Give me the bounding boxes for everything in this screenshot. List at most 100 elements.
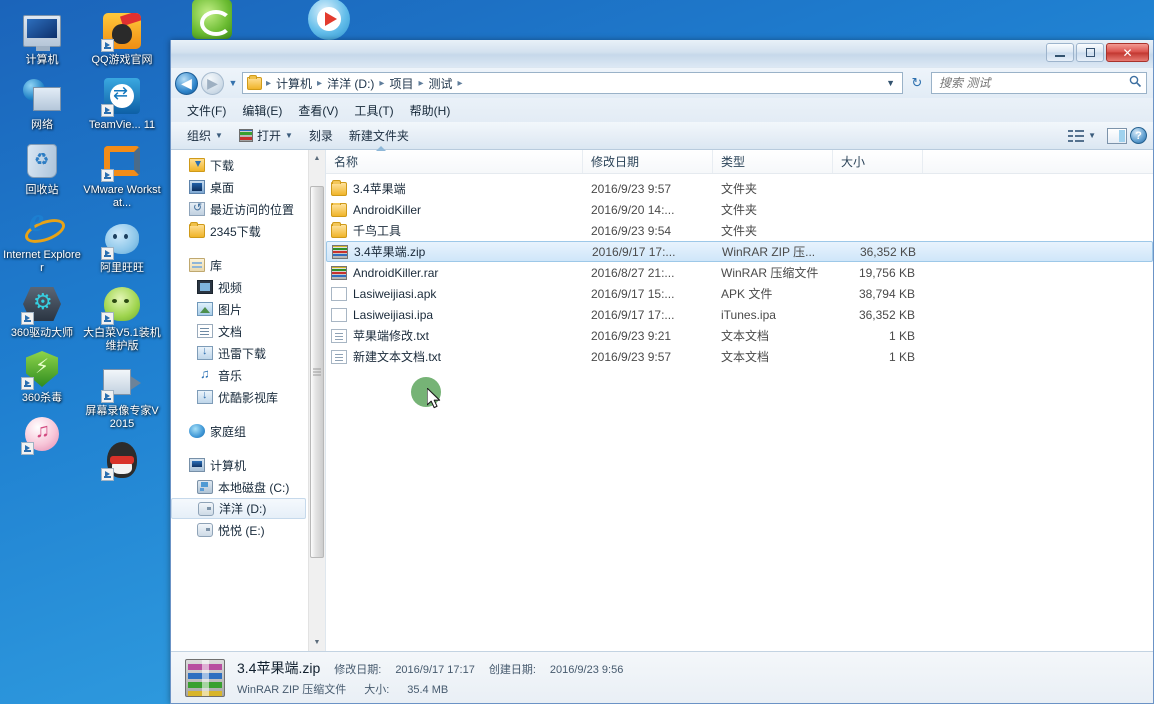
scrollbar-thumb[interactable] bbox=[310, 186, 324, 558]
shortcut-arrow-icon bbox=[101, 468, 114, 481]
desktop-icon-label: 计算机 bbox=[25, 54, 59, 66]
desktop-icon-dabaicai[interactable]: 大白菜V5.1装机维护版 bbox=[82, 277, 162, 353]
help-button[interactable]: ? bbox=[1130, 127, 1147, 144]
breadcrumb-test[interactable]: 测试 bbox=[424, 74, 456, 93]
preview-pane-button[interactable] bbox=[1107, 127, 1127, 144]
shortcut-arrow-icon bbox=[21, 377, 34, 390]
folder-icon bbox=[331, 222, 347, 238]
new-folder-button[interactable]: 新建文件夹 bbox=[341, 123, 417, 148]
table-row[interactable]: AndroidKiller 2016/9/20 14:... 文件夹 bbox=[326, 199, 1153, 220]
title-bar[interactable]: ✕ bbox=[171, 40, 1153, 68]
back-button[interactable]: ◀ bbox=[175, 71, 198, 95]
text-file-icon bbox=[331, 328, 347, 343]
desktop-icon-column-right: QQ游戏官网 TeamVie... 11 VMware Workstat... … bbox=[82, 4, 162, 483]
table-row[interactable]: 苹果端修改.txt 2016/9/23 9:21 文本文档 1 KB bbox=[326, 325, 1153, 346]
nav-item-youku-library[interactable]: 优酷影视库 bbox=[171, 386, 308, 408]
screen-recorder-icon bbox=[101, 361, 143, 403]
menu-edit[interactable]: 编辑(E) bbox=[234, 99, 290, 122]
desktop-icon-recycle-bin[interactable]: 回收站 bbox=[2, 134, 82, 197]
address-dropdown-button[interactable]: ▼ bbox=[881, 78, 900, 88]
nav-item-2345-download[interactable]: 2345下载 bbox=[171, 220, 308, 242]
column-header-size[interactable]: 大小 bbox=[833, 150, 923, 173]
desktop-icon-label: TeamVie... 11 bbox=[88, 119, 156, 131]
column-header-name[interactable]: 名称 bbox=[326, 146, 583, 173]
close-button[interactable]: ✕ bbox=[1106, 43, 1149, 62]
maximize-icon bbox=[1085, 48, 1095, 57]
file-date: 2016/9/23 9:57 bbox=[591, 181, 672, 196]
navigation-pane: 下载 桌面 最近访问的位置 2345下载 库 bbox=[171, 150, 326, 651]
menu-view[interactable]: 查看(V) bbox=[290, 99, 346, 122]
desktop-icon-vmware-workstation[interactable]: VMware Workstat... bbox=[82, 134, 162, 210]
nav-item-label: 视频 bbox=[218, 280, 243, 295]
nav-item-drive-d[interactable]: 洋洋 (D:) bbox=[171, 498, 306, 519]
desktop-icon-computer[interactable]: 计算机 bbox=[2, 4, 82, 67]
nav-item-thunder-download[interactable]: 迅雷下载 bbox=[171, 342, 308, 364]
nav-item-music[interactable]: 音乐 bbox=[171, 364, 308, 386]
search-box[interactable] bbox=[931, 72, 1147, 94]
scroll-down-button[interactable]: ▼ bbox=[309, 634, 325, 651]
table-row[interactable]: Lasiweijiasi.ipa 2016/9/17 17:... iTunes… bbox=[326, 304, 1153, 325]
nav-item-recent-places[interactable]: 最近访问的位置 bbox=[171, 198, 308, 220]
maximize-button[interactable] bbox=[1076, 43, 1104, 62]
refresh-button[interactable]: ↻ bbox=[906, 72, 928, 94]
table-row[interactable]: 3.4苹果端 2016/9/23 9:57 文件夹 bbox=[326, 178, 1153, 199]
nav-item-pictures[interactable]: 图片 bbox=[171, 298, 308, 320]
column-header-type[interactable]: 类型 bbox=[713, 150, 833, 173]
nav-item-libraries[interactable]: 库 bbox=[171, 254, 308, 276]
nav-item-documents[interactable]: 文档 bbox=[171, 320, 308, 342]
change-view-button[interactable]: ▼ bbox=[1060, 125, 1104, 147]
explorer-body: 下载 桌面 最近访问的位置 2345下载 库 bbox=[171, 146, 1153, 651]
open-button[interactable]: 打开 ▼ bbox=[231, 123, 301, 148]
generic-file-icon bbox=[331, 307, 347, 322]
desktop-icon-media-player[interactable] bbox=[289, 0, 369, 40]
breadcrumb-computer[interactable]: 计算机 bbox=[272, 74, 316, 93]
column-header-date-modified[interactable]: 修改日期 bbox=[583, 150, 713, 173]
nav-item-drive-e[interactable]: 悦悦 (E:) bbox=[171, 519, 308, 541]
nav-item-local-disk-c[interactable]: 本地磁盘 (C:) bbox=[171, 476, 308, 498]
desktop-icon-qq-game[interactable]: QQ游戏官网 bbox=[82, 4, 162, 67]
desktop-icon-aliwangwang[interactable]: 阿里旺旺 bbox=[82, 212, 162, 275]
breadcrumb-separator: ▸ bbox=[379, 77, 385, 89]
forward-button[interactable]: ▶ bbox=[201, 71, 224, 95]
menu-tools[interactable]: 工具(T) bbox=[346, 99, 401, 122]
nav-item-homegroup[interactable]: 家庭组 bbox=[171, 420, 308, 442]
nav-item-downloads[interactable]: 下载 bbox=[171, 154, 308, 176]
minimize-button[interactable] bbox=[1046, 43, 1074, 62]
refresh-icon: ↻ bbox=[911, 75, 923, 90]
nav-item-desktop[interactable]: 桌面 bbox=[171, 176, 308, 198]
search-input[interactable] bbox=[939, 76, 1129, 90]
desktop-icon-360-driver-master[interactable]: 360驱动大师 bbox=[2, 277, 82, 340]
details-line-primary: 3.4苹果端.zip 修改日期: 2016/9/17 17:17 创建日期: 2… bbox=[237, 658, 1143, 678]
table-row-selected[interactable]: 3.4苹果端.zip 2016/9/17 17:... WinRAR ZIP 压… bbox=[326, 241, 1153, 262]
scroll-up-button[interactable]: ▲ bbox=[309, 150, 325, 167]
navigation-pane-scrollbar[interactable]: ▲ ▼ bbox=[308, 150, 325, 651]
desktop-icon-network[interactable]: 网络 bbox=[2, 69, 82, 132]
menu-file[interactable]: 文件(F) bbox=[179, 99, 234, 122]
desktop-icon-teamviewer[interactable]: TeamVie... 11 bbox=[82, 69, 162, 132]
desktop-icon-qq[interactable] bbox=[82, 433, 162, 481]
thunder-download-icon bbox=[197, 345, 213, 360]
table-row[interactable]: Lasiweijiasi.apk 2016/9/17 15:... APK 文件… bbox=[326, 283, 1153, 304]
breadcrumb-address-bar[interactable]: ▸ 计算机 ▸ 洋洋 (D:) ▸ 项目 ▸ 测试 ▸ ▼ bbox=[242, 72, 903, 94]
desktop-icon-green-browser[interactable] bbox=[172, 0, 252, 40]
nav-item-computer[interactable]: 计算机 bbox=[171, 454, 308, 476]
menu-help[interactable]: 帮助(H) bbox=[402, 99, 459, 122]
desktop-icon-screen-recorder[interactable]: 屏幕录像专家V2015 bbox=[82, 355, 162, 431]
organize-button[interactable]: 组织 ▼ bbox=[179, 123, 231, 148]
360-driver-master-icon bbox=[21, 283, 63, 325]
table-row[interactable]: 新建文本文档.txt 2016/9/23 9:57 文本文档 1 KB bbox=[326, 346, 1153, 367]
breadcrumb-separator: ▸ bbox=[317, 77, 323, 89]
details-text: 3.4苹果端.zip 修改日期: 2016/9/17 17:17 创建日期: 2… bbox=[237, 658, 1143, 697]
breadcrumb-project[interactable]: 项目 bbox=[385, 74, 417, 93]
breadcrumb-separator: ▸ bbox=[266, 77, 272, 89]
recent-pages-dropdown[interactable]: ▼ bbox=[227, 78, 239, 88]
burn-label: 刻录 bbox=[308, 129, 333, 143]
desktop-icon-internet-explorer[interactable]: Internet Explorer bbox=[2, 199, 82, 275]
breadcrumb-drive-d[interactable]: 洋洋 (D:) bbox=[323, 74, 378, 93]
burn-button[interactable]: 刻录 bbox=[301, 123, 341, 148]
table-row[interactable]: AndroidKiller.rar 2016/8/27 21:... WinRA… bbox=[326, 262, 1153, 283]
desktop-icon-itunes[interactable] bbox=[2, 407, 82, 455]
table-row[interactable]: 千鸟工具 2016/9/23 9:54 文件夹 bbox=[326, 220, 1153, 241]
nav-item-videos[interactable]: 视频 bbox=[171, 276, 308, 298]
desktop-icon-360-antivirus[interactable]: 360杀毒 bbox=[2, 342, 82, 405]
